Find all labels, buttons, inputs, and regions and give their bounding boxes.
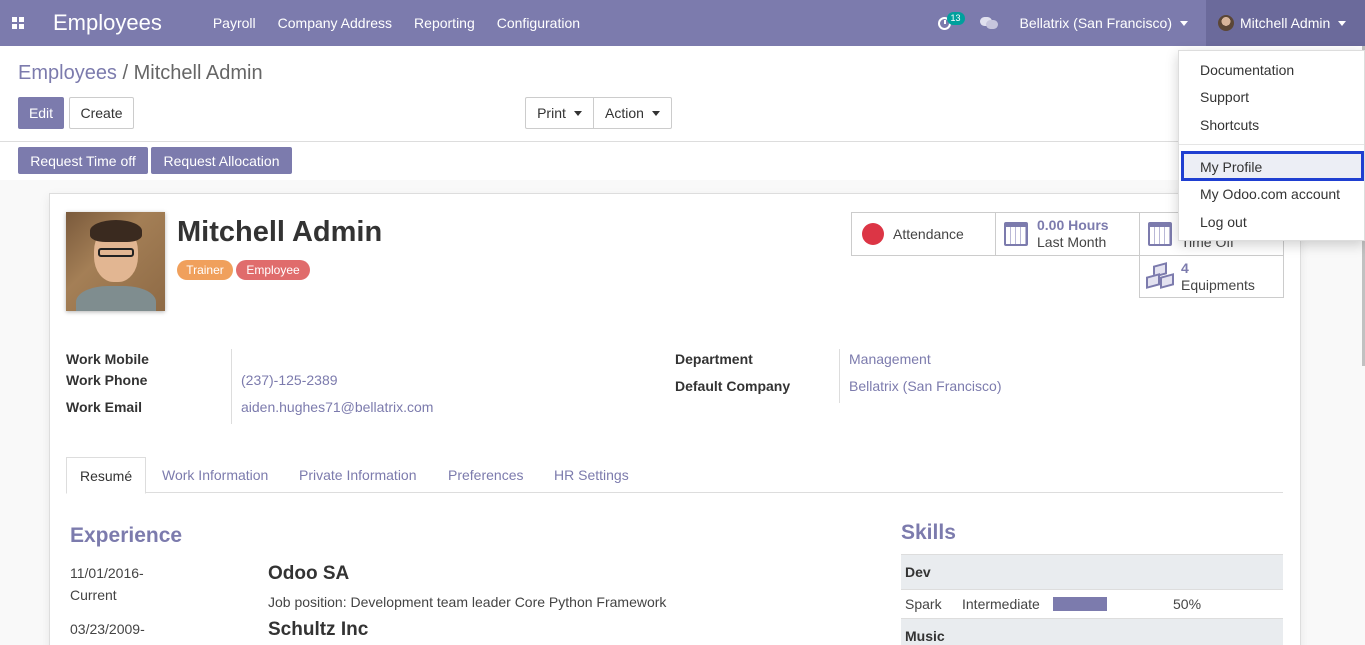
calendar-icon	[1148, 222, 1172, 246]
app-title[interactable]: Employees	[53, 10, 162, 36]
caret-down-icon	[1338, 20, 1347, 26]
navbar-right: 13 Bellatrix (San Francisco) Mitchell Ad…	[930, 0, 1365, 46]
skill-progress-value: 50%	[1173, 596, 1202, 612]
skill-group-dev: Dev	[901, 554, 1283, 590]
user-menu[interactable]: Mitchell Admin	[1206, 0, 1365, 46]
breadcrumb: Employees / Mitchell Admin	[18, 62, 263, 85]
attendance-status-icon	[862, 223, 884, 245]
resume-job-position: Job position: Development team leader Co…	[268, 594, 667, 610]
edit-button[interactable]: Edit	[18, 97, 64, 129]
employee-name: Mitchell Admin	[177, 216, 383, 248]
boxes-icon	[1144, 261, 1176, 290]
notebook-tabs: Resumé Work Information Private Informat…	[66, 457, 1283, 494]
top-navbar: Employees Payroll Company Address Report…	[0, 0, 1365, 46]
skill-row[interactable]: Spark Intermediate 50%	[901, 590, 1283, 618]
menu-my-profile[interactable]: My Profile	[1200, 159, 1262, 175]
resume-company[interactable]: Odoo SA	[268, 563, 349, 585]
work-phone-value[interactable]: (237)-125-2389	[241, 372, 338, 388]
resume-company[interactable]: Schultz Inc	[268, 619, 368, 641]
department-value[interactable]: Management	[849, 351, 931, 367]
skill-group-music: Music	[901, 618, 1283, 645]
experience-heading: Experience	[70, 524, 183, 547]
menu-shortcuts[interactable]: Shortcuts	[1200, 117, 1259, 133]
resume-date: 11/01/2016- Current	[70, 562, 144, 606]
field-divider	[231, 349, 232, 424]
print-label: Print	[537, 105, 566, 121]
menu-divider	[1179, 144, 1364, 145]
tab-preferences[interactable]: Preferences	[448, 457, 523, 493]
user-dropdown-menu: Documentation Support Shortcuts My Profi…	[1178, 50, 1365, 241]
tab-work-information[interactable]: Work Information	[162, 457, 268, 493]
tag-trainer[interactable]: Trainer	[177, 260, 233, 280]
tab-resume[interactable]: Resumé	[66, 457, 147, 494]
menu-configuration[interactable]: Configuration	[486, 0, 591, 46]
attendance-label: Attendance	[893, 226, 964, 242]
menu-reporting[interactable]: Reporting	[403, 0, 486, 46]
activity-button[interactable]: 13	[930, 0, 965, 46]
menu-documentation[interactable]: Documentation	[1200, 62, 1294, 78]
equipments-count: 4	[1181, 259, 1189, 276]
action-button[interactable]: Action	[593, 97, 672, 129]
menu-company-address[interactable]: Company Address	[267, 0, 403, 46]
breadcrumb-separator: /	[122, 62, 129, 84]
company-switcher[interactable]: Bellatrix (San Francisco)	[1019, 15, 1188, 31]
menu-odoo-account[interactable]: My Odoo.com account	[1200, 186, 1340, 202]
tab-hr-settings[interactable]: HR Settings	[554, 457, 629, 493]
skill-progress-bar	[1053, 597, 1107, 611]
hours-button[interactable]: 0.00 Hours Last Month	[995, 212, 1140, 256]
menu-log-out[interactable]: Log out	[1200, 214, 1247, 230]
work-email-label: Work Email	[66, 399, 142, 415]
user-name: Mitchell Admin	[1240, 15, 1331, 31]
calendar-icon	[1004, 222, 1028, 246]
work-email-value[interactable]: aiden.hughes71@bellatrix.com	[241, 399, 433, 415]
default-company-label: Default Company	[675, 378, 791, 394]
skill-level: Intermediate	[962, 596, 1040, 612]
hours-value: 0.00 Hours	[1037, 217, 1109, 233]
equipments-button[interactable]: 4 Equipments	[1139, 255, 1284, 298]
attendance-button[interactable]: Attendance	[851, 212, 996, 256]
resume-date-end: Current	[70, 587, 117, 603]
breadcrumb-current: Mitchell Admin	[133, 62, 263, 84]
create-button[interactable]: Create	[69, 97, 134, 129]
tag-employee[interactable]: Employee	[236, 260, 310, 280]
work-mobile-label: Work Mobile	[66, 351, 149, 367]
avatar	[1218, 15, 1234, 31]
breadcrumb-employees[interactable]: Employees	[18, 62, 117, 84]
caret-down-icon	[1180, 20, 1188, 26]
resume-date: 03/23/2009-	[70, 618, 145, 640]
field-divider	[839, 349, 840, 403]
menu-payroll[interactable]: Payroll	[202, 0, 267, 46]
skills-heading: Skills	[901, 521, 956, 544]
skill-name: Spark	[905, 596, 942, 612]
caret-down-icon	[573, 110, 582, 116]
apps-menu-icon[interactable]	[0, 0, 36, 46]
request-allocation-button[interactable]: Request Allocation	[151, 147, 292, 174]
activity-badge: 13	[946, 12, 965, 25]
tab-private-information[interactable]: Private Information	[299, 457, 417, 493]
work-phone-label: Work Phone	[66, 372, 148, 388]
main-menu: Payroll Company Address Reporting Config…	[202, 0, 591, 46]
resume-date-start: 11/01/2016-	[70, 565, 144, 581]
menu-support[interactable]: Support	[1200, 89, 1249, 105]
default-company-value[interactable]: Bellatrix (San Francisco)	[849, 378, 1002, 394]
action-label: Action	[605, 105, 644, 121]
hours-label: Last Month	[1037, 234, 1107, 250]
request-time-off-button[interactable]: Request Time off	[18, 147, 148, 174]
equipments-label: Equipments	[1181, 276, 1255, 293]
department-label: Department	[675, 351, 753, 367]
resume-date-start: 03/23/2009-	[70, 621, 145, 637]
chat-icon[interactable]	[979, 16, 998, 30]
company-name: Bellatrix (San Francisco)	[1019, 15, 1173, 31]
print-button[interactable]: Print	[525, 97, 594, 129]
employee-photo[interactable]	[66, 212, 165, 311]
caret-down-icon	[651, 110, 660, 116]
